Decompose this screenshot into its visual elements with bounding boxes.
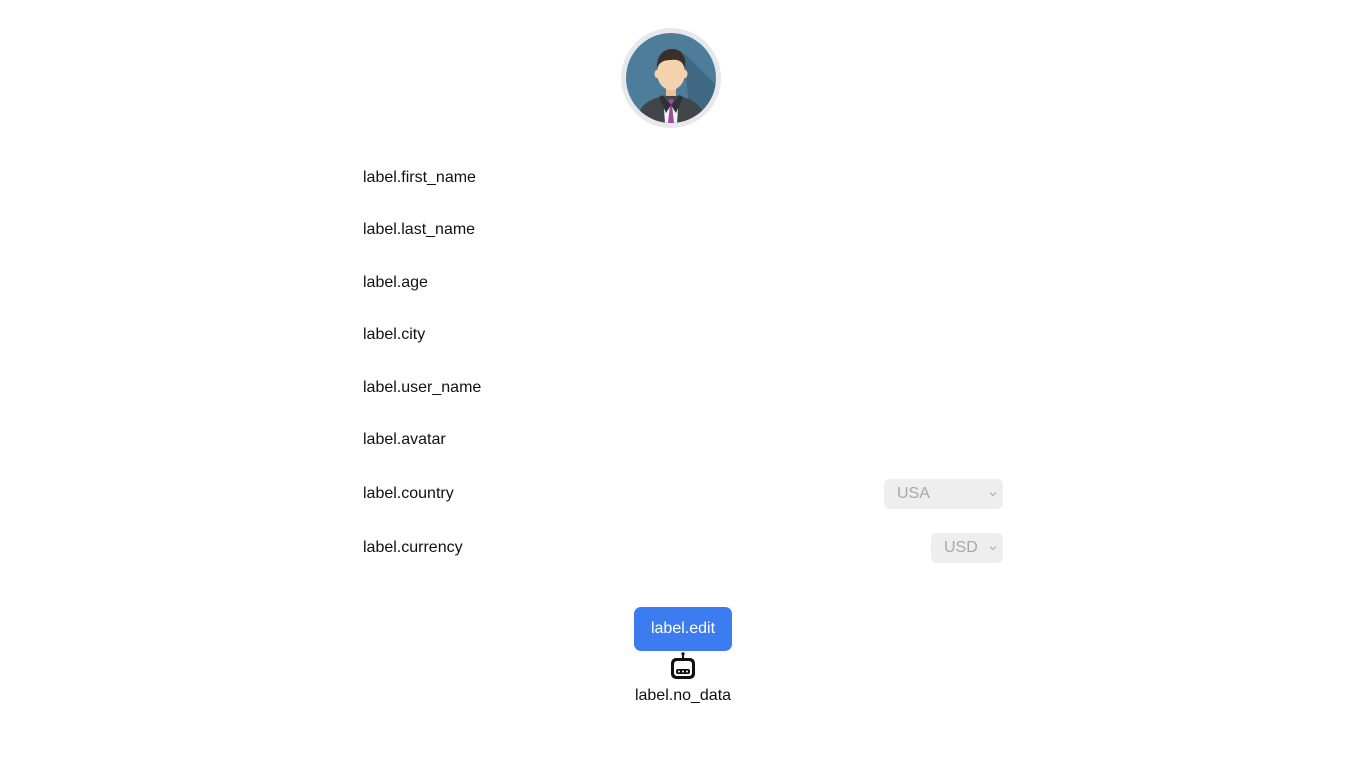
- age-label: label.age: [363, 274, 428, 291]
- country-select[interactable]: USA: [884, 479, 1003, 509]
- chevron-down-icon: [989, 546, 997, 551]
- robot-icon: [671, 652, 695, 679]
- edit-button[interactable]: label.edit: [634, 607, 732, 651]
- first-name-row: label.first_name: [363, 162, 1003, 194]
- user-avatar-icon: [626, 33, 716, 123]
- avatar-label: label.avatar: [363, 431, 446, 448]
- country-row: label.country USA: [363, 478, 1003, 510]
- age-row: label.age: [363, 267, 1003, 299]
- city-row: label.city: [363, 319, 1003, 351]
- first-name-label: label.first_name: [363, 169, 476, 186]
- last-name-row: label.last_name: [363, 214, 1003, 246]
- profile-page: label.first_name label.last_name label.a…: [0, 0, 1350, 784]
- country-label: label.country: [363, 485, 454, 502]
- avatar: [621, 28, 721, 128]
- chevron-down-icon: [989, 492, 997, 497]
- avatar-row: label.avatar: [363, 424, 1003, 456]
- user-name-label: label.user_name: [363, 379, 482, 396]
- empty-state: label.no_data: [0, 687, 1350, 705]
- user-name-row: label.user_name: [363, 372, 1003, 404]
- currency-label: label.currency: [363, 539, 463, 556]
- last-name-label: label.last_name: [363, 221, 476, 238]
- currency-select[interactable]: USD: [931, 533, 1003, 563]
- currency-row: label.currency USD: [363, 532, 1003, 564]
- currency-select-value: USD: [944, 539, 978, 556]
- no-data-text: label.no_data: [634, 687, 732, 704]
- city-label: label.city: [363, 326, 426, 343]
- country-select-value: USA: [897, 485, 930, 502]
